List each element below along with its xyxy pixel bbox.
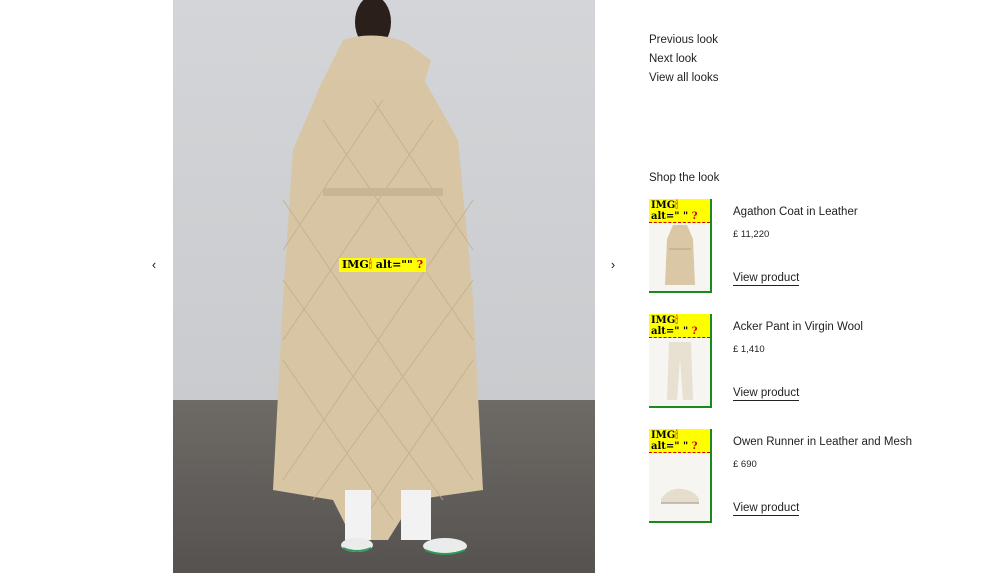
model-in-quilted-coat — [273, 0, 483, 555]
product-price: £ 690 — [733, 459, 757, 470]
product-thumbnail[interactable]: IMG🕯 alt=" " ? — [649, 429, 712, 523]
look-image: IMG🕯 alt="" ? — [173, 0, 595, 573]
product-card: IMG🕯 alt=" " ? Owen Runner in Leather an… — [649, 429, 989, 524]
product-price: £ 1,410 — [733, 344, 765, 355]
broken-image-badge: IMG🕯 alt="" ? — [339, 258, 427, 272]
product-price: £ 11,220 — [733, 229, 770, 240]
product-thumbnail[interactable]: IMG🕯 alt=" " ? — [649, 199, 712, 293]
broken-image-badge: IMG🕯 alt=" " ? — [649, 199, 710, 223]
broken-image-badge: IMG🕯 alt=" " ? — [649, 429, 710, 453]
shop-the-look-heading: Shop the look — [649, 172, 720, 184]
product-thumbnail[interactable]: IMG🕯 alt=" " ? — [649, 314, 712, 408]
previous-look-link[interactable]: Previous look — [649, 31, 718, 50]
product-name: Owen Runner in Leather and Mesh — [733, 436, 912, 448]
next-look-link[interactable]: Next look — [649, 50, 718, 69]
product-name: Agathon Coat in Leather — [733, 206, 858, 218]
next-image-arrow[interactable]: › — [605, 256, 621, 274]
view-product-link[interactable]: View product — [733, 502, 800, 516]
product-card: IMG🕯 alt=" " ? Agathon Coat in Leather £… — [649, 199, 989, 294]
view-product-link[interactable]: View product — [733, 387, 800, 401]
broken-image-badge: IMG🕯 alt=" " ? — [649, 314, 710, 338]
previous-image-arrow[interactable]: ‹ — [146, 256, 162, 274]
look-navigation: Previous look Next look View all looks — [649, 31, 718, 88]
view-product-link[interactable]: View product — [733, 272, 800, 286]
view-all-looks-link[interactable]: View all looks — [649, 69, 718, 88]
product-card: IMG🕯 alt=" " ? Acker Pant in Virgin Wool… — [649, 314, 989, 409]
product-name: Acker Pant in Virgin Wool — [733, 321, 863, 333]
